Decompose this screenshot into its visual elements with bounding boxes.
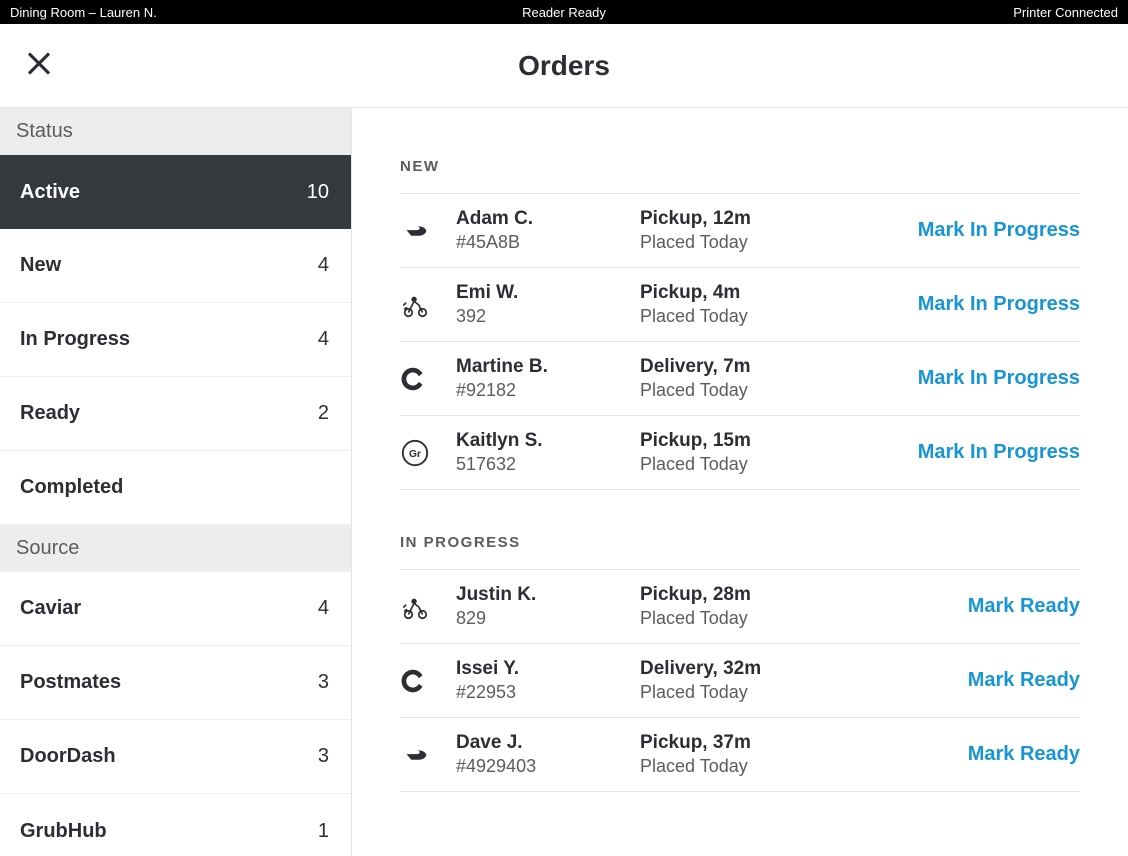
filter-count: 2 (318, 402, 329, 425)
caviar-icon (400, 364, 456, 394)
filter-label: DoorDash (20, 745, 116, 768)
filter-source-caviar[interactable]: Caviar 4 (0, 572, 351, 646)
order-customer-name: Dave J. (456, 732, 640, 754)
order-group-new: NEW Adam C. #45A8B Pickup, 12m Placed To… (400, 158, 1080, 490)
close-button[interactable] (24, 48, 54, 83)
filter-label: Postmates (20, 671, 121, 694)
filter-label: Caviar (20, 597, 81, 620)
order-number: 829 (456, 608, 640, 629)
filter-count: 1 (318, 820, 329, 843)
order-number: #22953 (456, 682, 640, 703)
order-placed: Placed Today (640, 380, 850, 401)
order-eta: Delivery, 32m (640, 658, 850, 680)
order-eta: Delivery, 7m (640, 356, 850, 378)
device-status-bar: Dining Room – Lauren N. Reader Ready Pri… (0, 0, 1128, 24)
caviar-icon (400, 666, 456, 696)
order-placed: Placed Today (640, 756, 850, 777)
grubhub-icon: Gr (400, 438, 456, 468)
filter-label: New (20, 254, 61, 277)
order-row[interactable]: Issei Y. #22953 Delivery, 32m Placed Tod… (400, 644, 1080, 718)
order-eta: Pickup, 37m (640, 732, 850, 754)
filter-source-doordash[interactable]: DoorDash 3 (0, 720, 351, 794)
order-number: 517632 (456, 454, 640, 475)
mark-ready-button[interactable]: Mark Ready (968, 595, 1080, 618)
order-eta: Pickup, 12m (640, 208, 850, 230)
order-row[interactable]: Martine B. #92182 Delivery, 7m Placed To… (400, 342, 1080, 416)
order-customer-name: Issei Y. (456, 658, 640, 680)
filter-label: GrubHub (20, 820, 107, 843)
order-placed: Placed Today (640, 306, 850, 327)
order-customer-name: Emi W. (456, 282, 640, 304)
filter-completed[interactable]: Completed (0, 451, 351, 525)
order-customer-name: Kaitlyn S. (456, 430, 640, 452)
order-number: #4929403 (456, 756, 640, 777)
doordash-icon (400, 740, 456, 770)
order-row[interactable]: Adam C. #45A8B Pickup, 12m Placed Today … (400, 194, 1080, 268)
order-eta: Pickup, 28m (640, 584, 850, 606)
order-placed: Placed Today (640, 454, 850, 475)
filter-count: 3 (318, 671, 329, 694)
order-row[interactable]: Justin K. 829 Pickup, 28m Placed Today M… (400, 570, 1080, 644)
mark-in-progress-button[interactable]: Mark In Progress (918, 367, 1080, 390)
svg-text:Gr: Gr (409, 448, 421, 459)
order-customer-name: Justin K. (456, 584, 640, 606)
filter-label: Active (20, 181, 80, 204)
order-placed: Placed Today (640, 608, 850, 629)
order-row[interactable]: Dave J. #4929403 Pickup, 37m Placed Toda… (400, 718, 1080, 792)
group-title: NEW (400, 158, 1080, 194)
sidebar-header-status: Status (0, 108, 351, 155)
filter-count: 3 (318, 745, 329, 768)
order-number: #45A8B (456, 232, 640, 253)
filter-source-grubhub[interactable]: GrubHub 1 (0, 794, 351, 856)
order-eta: Pickup, 15m (640, 430, 850, 452)
order-number: 392 (456, 306, 640, 327)
mark-in-progress-button[interactable]: Mark In Progress (918, 441, 1080, 464)
order-eta: Pickup, 4m (640, 282, 850, 304)
filter-count: 4 (318, 597, 329, 620)
mark-in-progress-button[interactable]: Mark In Progress (918, 293, 1080, 316)
filter-label: Ready (20, 402, 80, 425)
group-title: IN PROGRESS (400, 534, 1080, 570)
mark-in-progress-button[interactable]: Mark In Progress (918, 219, 1080, 242)
postmates-icon (400, 290, 456, 320)
filter-in-progress[interactable]: In Progress 4 (0, 303, 351, 377)
order-number: #92182 (456, 380, 640, 401)
filter-count: 10 (307, 181, 329, 204)
statusbar-center: Reader Ready (0, 5, 1128, 20)
filter-label: Completed (20, 476, 123, 499)
filter-count: 4 (318, 328, 329, 351)
filter-ready[interactable]: Ready 2 (0, 377, 351, 451)
sidebar-header-source: Source (0, 525, 351, 572)
filter-new[interactable]: New 4 (0, 229, 351, 303)
filter-active[interactable]: Active 10 (0, 155, 351, 229)
filter-source-postmates[interactable]: Postmates 3 (0, 646, 351, 720)
app-bar: Orders (0, 24, 1128, 108)
postmates-icon (400, 592, 456, 622)
close-icon (24, 48, 54, 78)
mark-ready-button[interactable]: Mark Ready (968, 743, 1080, 766)
filters-sidebar: Status Active 10 New 4 In Progress 4 Rea… (0, 108, 352, 856)
order-customer-name: Adam C. (456, 208, 640, 230)
doordash-icon (400, 216, 456, 246)
order-customer-name: Martine B. (456, 356, 640, 378)
filter-count: 4 (318, 254, 329, 277)
order-row[interactable]: Gr Kaitlyn S. 517632 Pickup, 15m Placed … (400, 416, 1080, 490)
order-placed: Placed Today (640, 232, 850, 253)
orders-list: NEW Adam C. #45A8B Pickup, 12m Placed To… (352, 108, 1128, 856)
page-title: Orders (518, 50, 610, 82)
order-placed: Placed Today (640, 682, 850, 703)
order-row[interactable]: Emi W. 392 Pickup, 4m Placed Today Mark … (400, 268, 1080, 342)
order-group-in-progress: IN PROGRESS Justin K. 829 Pickup, 28m Pl… (400, 534, 1080, 792)
mark-ready-button[interactable]: Mark Ready (968, 669, 1080, 692)
filter-label: In Progress (20, 328, 130, 351)
